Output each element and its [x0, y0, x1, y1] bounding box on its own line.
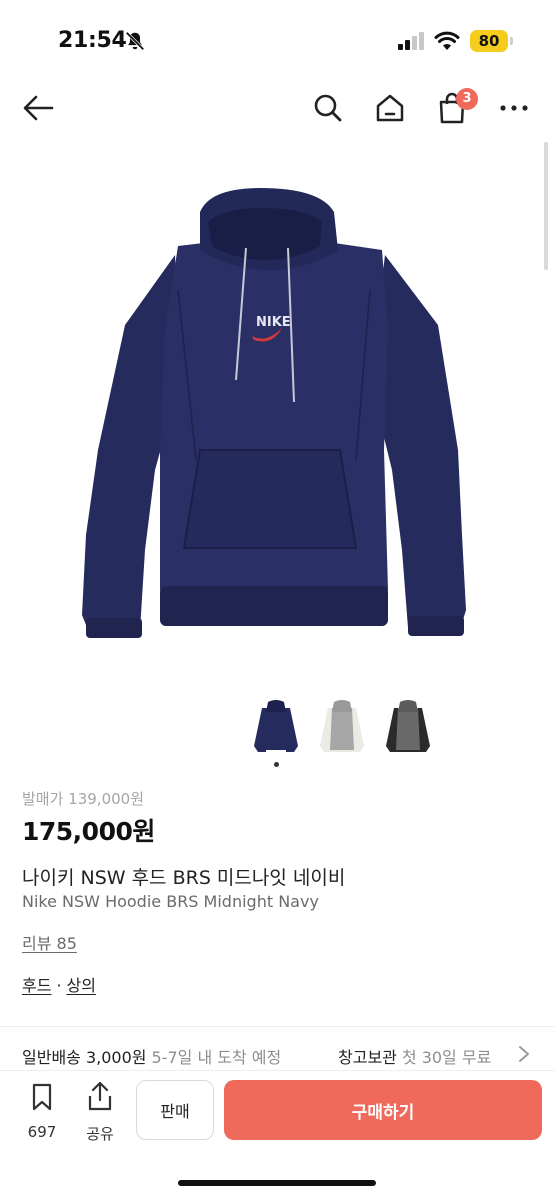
category-separator: · — [56, 976, 62, 995]
search-button[interactable] — [310, 90, 346, 126]
battery-icon: 80 — [470, 30, 508, 52]
share-label: 공유 — [86, 1125, 114, 1143]
status-bar: 21:54 80 — [0, 0, 554, 80]
bell-muted-icon — [125, 31, 145, 51]
sell-button[interactable]: 판매 — [136, 1080, 214, 1140]
search-icon — [314, 94, 342, 122]
more-icon — [500, 105, 528, 111]
home-indicator — [178, 1180, 376, 1186]
thumbnail-navy[interactable] — [248, 698, 304, 756]
storage-label: 창고보관 — [338, 1048, 397, 1067]
back-arrow-icon — [23, 95, 54, 121]
home-button[interactable] — [372, 90, 408, 126]
storage-note: 첫 30일 무료 — [401, 1048, 492, 1067]
shipping-row[interactable]: 일반배송 3,000원 5-7일 내 도착 예정 창고보관 첫 30일 무료 — [0, 1040, 554, 1070]
category-links: 후드 · 상의 — [22, 972, 96, 996]
section-divider — [0, 1026, 554, 1027]
hoodie-brand-logo: NIKE — [256, 315, 291, 330]
standard-shipping-eta: 5-7일 내 도착 예정 — [151, 1048, 282, 1067]
product-main-image[interactable]: NIKE — [0, 150, 554, 680]
standard-shipping-label: 일반배송 3,000원 — [22, 1048, 147, 1067]
share-button[interactable]: 공유 — [78, 1081, 122, 1145]
wifi-icon — [434, 31, 460, 50]
category-link-top[interactable]: 상의 — [67, 976, 96, 995]
product-name-english: Nike NSW Hoodie BRS Midnight Navy — [22, 892, 319, 911]
bookmark-count: 697 — [27, 1123, 57, 1141]
product-name-korean: 나이키 NSW 후드 BRS 미드나잇 네이비 — [22, 867, 346, 889]
thumbnail-active-dot — [274, 762, 279, 767]
thumbnail-cream-grey[interactable] — [314, 698, 370, 756]
home-icon — [376, 94, 404, 122]
buy-button[interactable]: 구매하기 — [224, 1080, 542, 1140]
warehouse-storage: 창고보관 첫 30일 무료 — [338, 1044, 491, 1068]
share-icon — [88, 1081, 112, 1111]
more-button[interactable] — [496, 90, 532, 126]
hoodie-kangaroo-pocket — [182, 449, 358, 549]
status-time: 21:54 — [58, 28, 127, 53]
cellular-signal-icon — [398, 32, 424, 50]
bookmark-icon — [32, 1083, 52, 1111]
thumbnail-black-grey[interactable] — [380, 698, 436, 756]
standard-shipping: 일반배송 3,000원 5-7일 내 도착 예정 — [22, 1044, 281, 1068]
hoodie-waistband — [160, 586, 388, 626]
category-link-hood[interactable]: 후드 — [22, 976, 51, 995]
battery-cap — [510, 37, 513, 45]
bookmark-button[interactable]: 697 — [20, 1081, 64, 1145]
cart-count-badge: 3 — [456, 88, 478, 110]
image-thumbnails — [248, 698, 448, 762]
top-nav-bar: 3 — [0, 80, 554, 136]
chevron-right-icon — [519, 1046, 529, 1062]
back-button[interactable] — [20, 90, 56, 126]
sale-price: 175,000원 — [22, 817, 155, 846]
original-price: 발매가 139,000원 — [22, 790, 144, 808]
reviews-link[interactable]: 리뷰 85 — [22, 930, 77, 954]
